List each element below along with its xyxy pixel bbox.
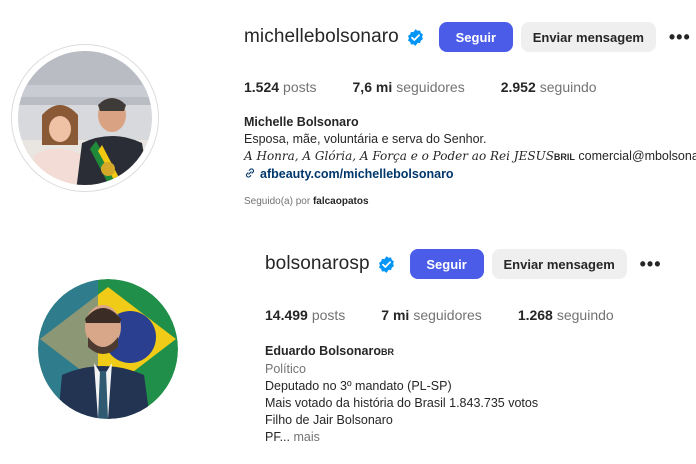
profile-avatar[interactable] — [12, 45, 158, 191]
bio-line: PF... mais — [265, 429, 538, 446]
bio-line: A Honra, A Glória, A Força e o Poder ao … — [244, 148, 696, 166]
bio-name-tag: BR — [380, 347, 394, 357]
bio-more-link[interactable]: mais — [294, 430, 320, 444]
bio-link-row[interactable]: afbeauty.com/michellebolsonaro — [244, 166, 696, 183]
avatar-photo — [38, 279, 178, 419]
stat-posts-label: posts — [283, 79, 317, 95]
stat-followers[interactable]: 7 mi seguidores — [381, 307, 482, 323]
message-button[interactable]: Enviar mensagem — [491, 249, 627, 279]
bio-line: Esposa, mãe, voluntária e serva do Senho… — [244, 132, 487, 146]
more-options-icon[interactable]: ••• — [640, 254, 662, 275]
stat-posts-value: 14.499 — [265, 307, 308, 323]
stat-posts-value: 1.524 — [244, 79, 280, 95]
stat-followers-value: 7 mi — [381, 307, 410, 323]
follow-button[interactable]: Seguir — [409, 249, 484, 279]
avatar-photo — [12, 45, 158, 191]
profile-avatar[interactable] — [38, 279, 178, 419]
stat-following[interactable]: 1.268 seguindo — [518, 307, 614, 323]
bio-line: Deputado no 3º mandato (PL-SP) — [265, 379, 452, 393]
username[interactable]: michellebolsonaro — [244, 26, 399, 48]
message-button[interactable]: Enviar mensagem — [520, 22, 656, 52]
bio-link[interactable]: afbeauty.com/michellebolsonaro — [260, 167, 454, 181]
bio-category: Político — [265, 362, 306, 376]
stat-posts: 1.524 posts — [244, 79, 317, 95]
profile-header-michelle: michellebolsonaro Seguir Enviar mensagem… — [0, 0, 696, 232]
username[interactable]: bolsonarosp — [265, 253, 370, 275]
profile-stats: 1.524 posts 7,6 mi seguidores 2.952 seguind… — [244, 79, 597, 95]
stat-followers[interactable]: 7,6 mi seguidores — [353, 79, 465, 95]
profile-bio: Eduardo BolsonaroBR Político Deputado no… — [265, 343, 538, 446]
stat-followers-label: seguidores — [413, 307, 482, 323]
profile-header-row: michellebolsonaro Seguir Enviar mensagem… — [244, 22, 691, 52]
bio-name: Eduardo Bolsonaro — [265, 344, 381, 358]
follow-button[interactable]: Seguir — [438, 22, 513, 52]
more-options-icon[interactable]: ••• — [669, 27, 691, 48]
bio-truncated: PF... — [265, 430, 291, 444]
stat-followers-value: 7,6 mi — [352, 79, 393, 95]
profile-stats: 14.499 posts 7 mi seguidores 1.268 seguindo — [265, 307, 614, 323]
stat-following-value: 2.952 — [500, 79, 536, 95]
bio-tag: BRIL — [553, 152, 575, 162]
bio-name: Michelle Bolsonaro — [244, 115, 359, 129]
stat-posts-label: posts — [311, 307, 346, 323]
bio-line: Filho de Jair Bolsonaro — [265, 413, 393, 427]
verified-badge-icon — [407, 28, 423, 46]
profile-bio: Michelle Bolsonaro Esposa, mãe, voluntár… — [244, 114, 696, 183]
verified-badge-icon — [378, 255, 394, 273]
followed-by[interactable]: Seguido(a) por falcaopatos — [244, 196, 369, 207]
stat-following-label: seguindo — [539, 79, 597, 95]
profile-header-eduardo: bolsonarosp Seguir Enviar mensagem ••• 1… — [0, 232, 696, 464]
link-icon — [246, 168, 254, 178]
bio-name-row: Eduardo BolsonaroBR — [265, 343, 538, 361]
stat-followers-label: seguidores — [396, 79, 465, 95]
stat-following-label: seguindo — [556, 307, 614, 323]
stat-following[interactable]: 2.952 seguindo — [501, 79, 597, 95]
followed-by-prefix: Seguido(a) por — [244, 196, 313, 207]
bio-italic-text: A Honra, A Glória, A Força e o Poder ao … — [244, 149, 554, 163]
bio-contact: comercial@mbolsonaro — [578, 149, 696, 163]
bio-line: Mais votado da história do Brasil 1.843.… — [265, 396, 539, 410]
profile-header-row: bolsonarosp Seguir Enviar mensagem ••• — [265, 249, 662, 279]
stat-posts: 14.499 posts — [265, 307, 345, 323]
stat-following-value: 1.268 — [517, 307, 553, 323]
followed-by-user[interactable]: falcaopatos — [313, 196, 369, 207]
